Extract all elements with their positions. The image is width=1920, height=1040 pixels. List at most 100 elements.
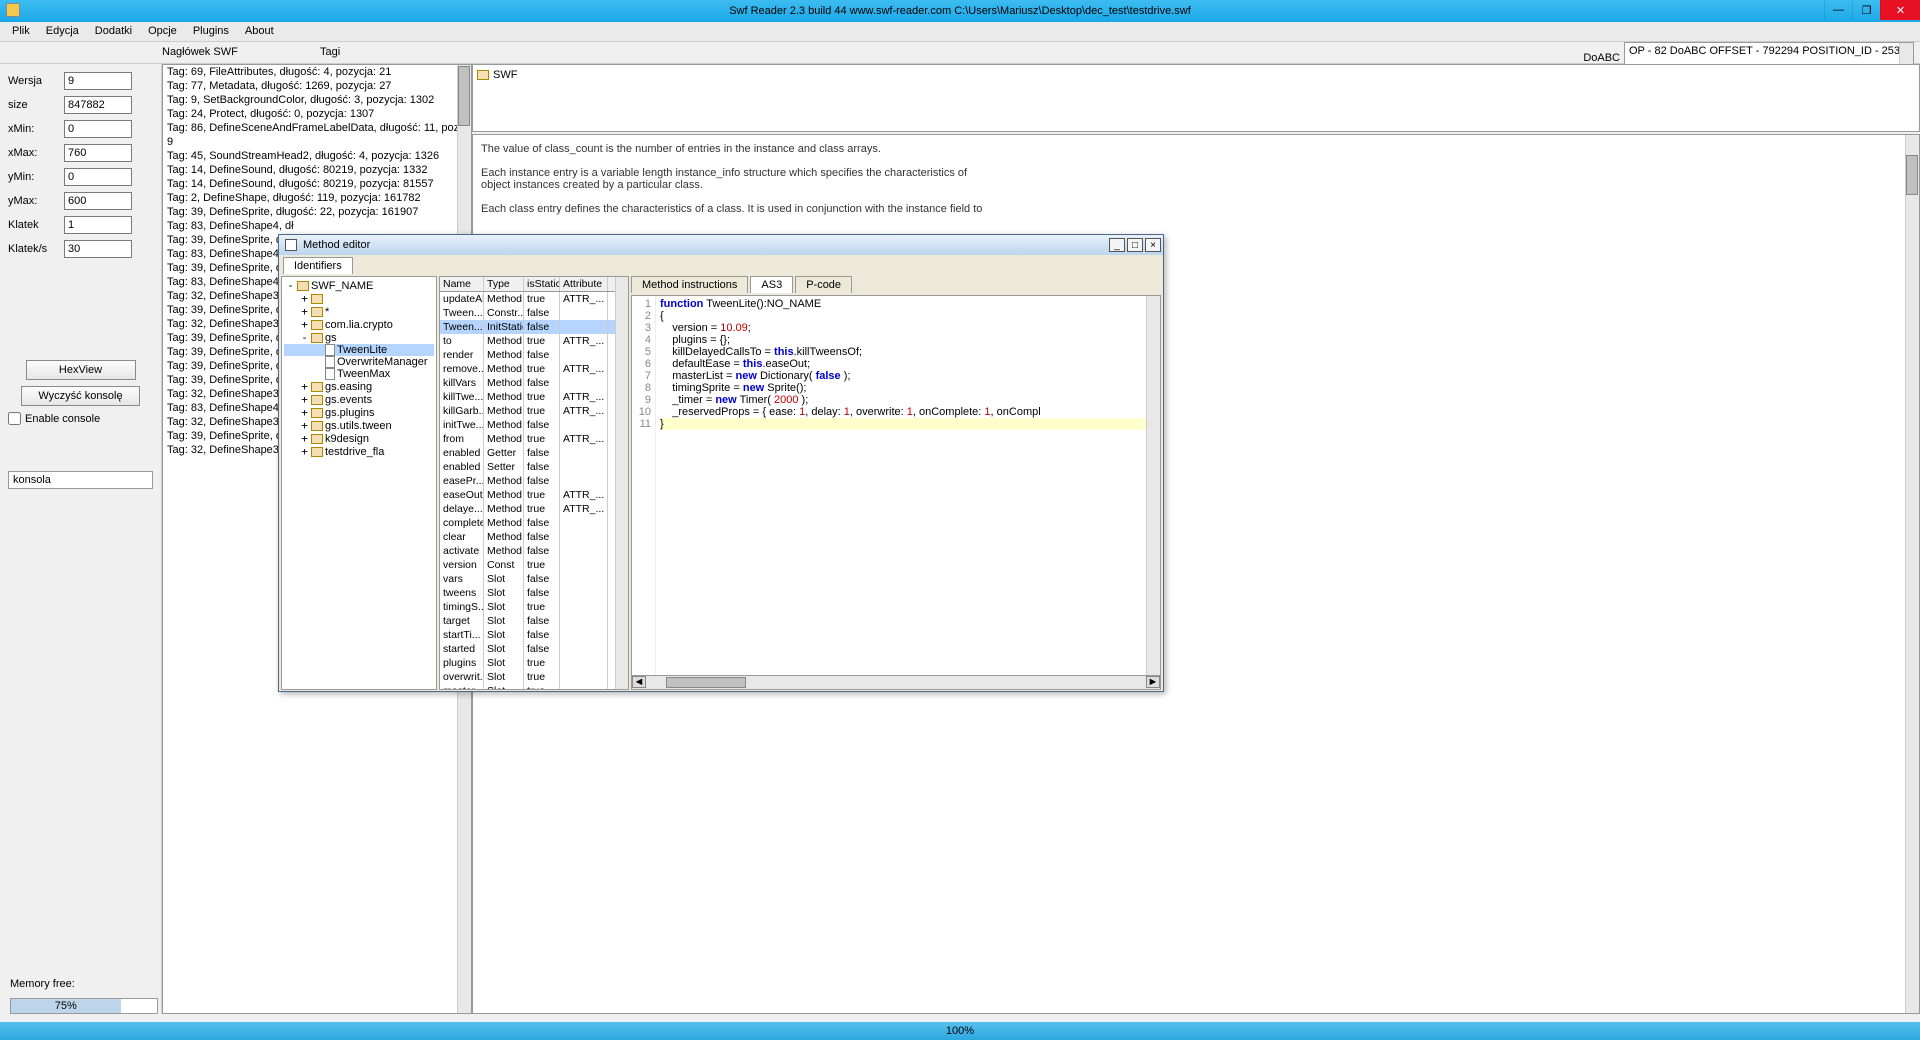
tree-row[interactable]: OverwriteManager (284, 356, 434, 368)
toggle-icon[interactable]: - (300, 331, 309, 344)
input-ymin[interactable] (64, 168, 132, 186)
input-klateks[interactable] (64, 240, 132, 258)
table-row[interactable]: pluginsSlottrue (440, 656, 628, 670)
toggle-icon[interactable]: + (300, 419, 309, 432)
toggle-icon[interactable]: + (300, 305, 309, 318)
table-row[interactable]: killTwe...MethodtrueATTR_... (440, 390, 628, 404)
toggle-icon[interactable]: + (300, 393, 309, 406)
table-row[interactable]: enabledGetterfalse (440, 446, 628, 460)
menu-plik[interactable]: Plik (4, 22, 38, 41)
tag-item[interactable]: Tag: 69, FileAttributes, długość: 4, poz… (163, 65, 471, 79)
code-content[interactable]: function TweenLite():NO_NAME{ version = … (656, 296, 1160, 675)
swf-root-label[interactable]: SWF (493, 69, 517, 81)
scrollbar[interactable] (1146, 296, 1160, 675)
horizontal-scrollbar[interactable]: ◄ ► (631, 676, 1161, 690)
tag-item[interactable]: Tag: 39, DefineSprite, długość: 22, pozy… (163, 205, 471, 219)
tree-row[interactable]: -gs (284, 331, 434, 344)
code-editor[interactable]: 1234567891011 function TweenLite():NO_NA… (631, 295, 1161, 676)
scrollbar[interactable] (1905, 135, 1919, 1013)
tag-item[interactable]: Tag: 45, SoundStreamHead2, długość: 4, p… (163, 149, 471, 163)
scroll-thumb[interactable] (1906, 155, 1918, 195)
input-ymax[interactable] (64, 192, 132, 210)
tab-identifiers[interactable]: Identifiers (283, 257, 353, 274)
toggle-icon[interactable]: + (300, 292, 309, 305)
table-row[interactable]: startedSlotfalse (440, 642, 628, 656)
tag-item[interactable]: 9 (163, 135, 471, 149)
tree-row[interactable]: TweenMax (284, 368, 434, 380)
tag-item[interactable]: Tag: 14, DefineSound, długość: 80219, po… (163, 163, 471, 177)
input-wersja[interactable] (64, 72, 132, 90)
tree-row[interactable]: +gs.utils.tween (284, 419, 434, 432)
scrollbar[interactable] (615, 277, 628, 689)
tree-row[interactable]: + (284, 292, 434, 305)
dialog-close-icon[interactable]: × (1145, 238, 1161, 252)
tree-row[interactable]: +* (284, 305, 434, 318)
menu-about[interactable]: About (237, 22, 282, 41)
hexview-button[interactable]: HexView (26, 360, 136, 380)
menu-plugins[interactable]: Plugins (185, 22, 237, 41)
toggle-icon[interactable]: + (300, 406, 309, 419)
tag-item[interactable]: Tag: 86, DefineSceneAndFrameLabelData, d… (163, 121, 471, 135)
dialog-title-bar[interactable]: Method editor _ □ × (279, 235, 1163, 255)
col-type[interactable]: Type (484, 277, 524, 291)
tree-row[interactable]: +gs.plugins (284, 406, 434, 419)
input-size[interactable] (64, 96, 132, 114)
enable-console-checkbox[interactable] (8, 412, 21, 425)
tree-row[interactable]: +k9design (284, 432, 434, 445)
tag-item[interactable]: Tag: 14, DefineSound, długość: 80219, po… (163, 177, 471, 191)
scroll-right-icon[interactable]: ► (1146, 676, 1160, 688)
table-row[interactable]: completeMethodfalse (440, 516, 628, 530)
tab-as3[interactable]: AS3 (750, 276, 793, 293)
scroll-thumb[interactable] (458, 66, 470, 126)
table-row[interactable]: enabledSetterfalse (440, 460, 628, 474)
table-row[interactable]: Tween...InitStaticfalse (440, 320, 628, 334)
menu-dodatki[interactable]: Dodatki (87, 22, 140, 41)
toggle-icon[interactable]: + (300, 445, 309, 458)
scroll-left-icon[interactable]: ◄ (632, 676, 646, 688)
toggle-icon[interactable]: + (300, 432, 309, 445)
tag-item[interactable]: Tag: 2, DefineShape, długość: 119, pozyc… (163, 191, 471, 205)
table-row[interactable]: easePr...Methodfalse (440, 474, 628, 488)
tag-item[interactable]: Tag: 77, Metadata, długość: 1269, pozycj… (163, 79, 471, 93)
table-row[interactable]: fromMethodtrueATTR_... (440, 432, 628, 446)
menu-edycja[interactable]: Edycja (38, 22, 87, 41)
table-row[interactable]: versionConsttrue (440, 558, 628, 572)
table-row[interactable]: timingS...Slottrue (440, 600, 628, 614)
tag-item[interactable]: Tag: 24, Protect, długość: 0, pozycja: 1… (163, 107, 471, 121)
identifier-tree[interactable]: -SWF_NAME++*+com.lia.crypto-gsTweenLiteO… (281, 276, 437, 690)
col-attr[interactable]: Attribute (560, 277, 608, 291)
scroll-thumb[interactable] (666, 677, 746, 688)
tree-row[interactable]: +testdrive_fla (284, 445, 434, 458)
toggle-icon[interactable]: - (286, 279, 295, 292)
toggle-icon[interactable]: + (300, 318, 309, 331)
table-row[interactable]: clearMethodfalse (440, 530, 628, 544)
tree-row[interactable]: +gs.events (284, 393, 434, 406)
table-row[interactable]: delaye...MethodtrueATTR_... (440, 502, 628, 516)
dialog-min-icon[interactable]: _ (1109, 238, 1125, 252)
swf-tree-panel[interactable]: SWF (472, 64, 1920, 132)
table-row[interactable]: overwrit...Slottrue (440, 670, 628, 684)
close-button[interactable]: ✕ (1880, 0, 1920, 20)
tag-item[interactable]: Tag: 9, SetBackgroundColor, długość: 3, … (163, 93, 471, 107)
table-row[interactable]: targetSlotfalse (440, 614, 628, 628)
tree-row[interactable]: -SWF_NAME (284, 279, 434, 292)
table-row[interactable]: toMethodtrueATTR_... (440, 334, 628, 348)
table-row[interactable]: renderMethodfalse (440, 348, 628, 362)
tree-row[interactable]: TweenLite (284, 344, 434, 356)
table-row[interactable]: killVarsMethodfalse (440, 376, 628, 390)
table-row[interactable]: varsSlotfalse (440, 572, 628, 586)
table-row[interactable]: updateAllMethodtrueATTR_... (440, 292, 628, 306)
input-xmax[interactable] (64, 144, 132, 162)
console-output[interactable]: konsola (8, 471, 153, 489)
toggle-icon[interactable]: + (300, 380, 309, 393)
table-row[interactable]: remove...MethodtrueATTR_... (440, 362, 628, 376)
tree-row[interactable]: +gs.easing (284, 380, 434, 393)
tag-item[interactable]: Tag: 83, DefineShape4, dł (163, 219, 471, 233)
input-xmin[interactable] (64, 120, 132, 138)
col-static[interactable]: isStatic (524, 277, 560, 291)
table-row[interactable]: startTi...Slotfalse (440, 628, 628, 642)
methods-table[interactable]: Name Type isStatic Attribute updateAllMe… (439, 276, 629, 690)
input-klatek[interactable] (64, 216, 132, 234)
table-row[interactable]: Tween...Constr...false (440, 306, 628, 320)
clear-console-button[interactable]: Wyczyść konsolę (21, 386, 139, 406)
